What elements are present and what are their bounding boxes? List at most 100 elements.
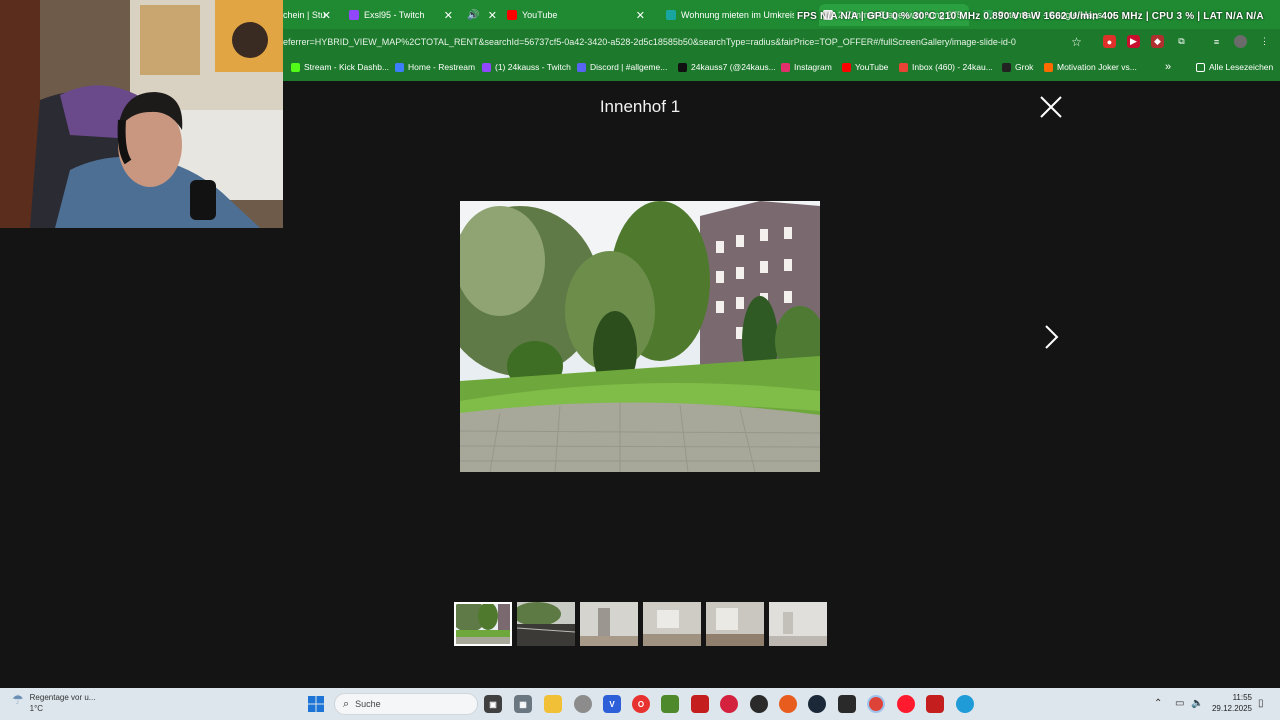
widgets-icon[interactable]: ▦	[514, 695, 532, 713]
tab-label: chein | Stu	[283, 10, 326, 20]
close-tab-icon[interactable]: ✕	[488, 9, 497, 22]
close-icon[interactable]	[1040, 96, 1062, 118]
v-app-icon[interactable]: V	[603, 695, 621, 713]
task-view-icon[interactable]: ▣	[484, 695, 502, 713]
extension-badge-icon[interactable]: ◆	[1151, 35, 1164, 48]
chevron-right-icon[interactable]	[1045, 325, 1059, 349]
tab-2[interactable]: YouTube ✕	[507, 4, 649, 26]
video-editor-icon[interactable]	[691, 695, 709, 713]
close-tab-icon[interactable]: ✕	[636, 9, 645, 22]
steam-icon[interactable]	[808, 695, 826, 713]
bookmark-twitch[interactable]: (1) 24kauss - Twitch	[482, 60, 571, 74]
taskbar-search[interactable]: ⌕ Suche	[334, 693, 478, 715]
twitch-icon	[482, 62, 491, 72]
tab-1[interactable]: Exsl95 - Twitch ✕	[349, 4, 461, 26]
url-text[interactable]: eferrer=HYBRID_VIEW_MAP%2CTOTAL_RENT&sea…	[283, 37, 1016, 47]
tab-label: YouTube	[522, 10, 558, 20]
close-gallery-button[interactable]	[1038, 94, 1064, 120]
media-control-icon[interactable]: ≡	[1210, 35, 1223, 48]
thumbnail-5[interactable]	[706, 602, 764, 646]
obs-icon[interactable]	[750, 695, 768, 713]
gmail-icon	[899, 62, 908, 72]
bookmark-instagram[interactable]: Instagram	[781, 60, 832, 74]
bookmark-discord[interactable]: Discord | #allgeme...	[577, 60, 667, 74]
browser-window: chein | Stu ✕ Exsl95 - Twitch ✕ 🔊 ✕ YouT…	[283, 0, 1280, 81]
bookmark-tiktok[interactable]: 24kauss7 (@24kaus...	[678, 60, 776, 74]
browser-menu-icon[interactable]: ⋮	[1258, 35, 1271, 48]
thumbnail-1[interactable]	[454, 602, 512, 646]
thumbnail-6[interactable]	[769, 602, 827, 646]
weather-temperature: 1°C	[29, 704, 44, 713]
immoscout-icon	[666, 10, 676, 20]
file-explorer-icon[interactable]	[544, 695, 562, 713]
tab-label: Wohnung mieten im Umkreis	[681, 10, 794, 20]
bookmark-label: Instagram	[794, 62, 832, 72]
tab-close-2[interactable]: ✕	[483, 4, 499, 26]
thumbnail-image	[454, 602, 512, 646]
restream-icon	[395, 62, 404, 72]
tab-0[interactable]: chein | Stu ✕	[283, 4, 333, 26]
next-image-button[interactable]	[1040, 323, 1062, 351]
youtube-icon	[507, 10, 517, 20]
gallery-main-image	[460, 201, 820, 472]
tab-3[interactable]: Wohnung mieten im Umkreis	[666, 4, 794, 26]
tab-strip: chein | Stu ✕ Exsl95 - Twitch ✕ 🔊 ✕ YouT…	[283, 0, 1280, 29]
epic-games-icon[interactable]	[838, 695, 856, 713]
clock-date: 29.12.2025	[1211, 704, 1252, 713]
thumbnail-image	[643, 602, 701, 646]
adblock-icon[interactable]: ●	[1103, 35, 1116, 48]
bookmark-label: Discord | #allgeme...	[590, 62, 668, 72]
bookmark-label: Inbox (460) - 24kau...	[912, 62, 993, 72]
bookmark-gmail[interactable]: Inbox (460) - 24kau...	[899, 60, 993, 74]
thumbnail-3[interactable]	[580, 602, 638, 646]
tray-overflow-icon[interactable]: ⌃	[1154, 698, 1162, 709]
opera-gx-icon[interactable]: O	[632, 695, 650, 713]
bookmark-label: Home - Restream	[408, 62, 476, 72]
tiktok-icon	[678, 62, 687, 72]
bookmark-label: (1) 24kauss - Twitch	[495, 62, 571, 72]
windows-taskbar: ☂ Regentage vor u... 1°C ⌕ Suche ▣ ▦ V O…	[0, 688, 1280, 720]
profile-avatar[interactable]	[1234, 35, 1247, 48]
bookmarks-overflow-button[interactable]: »	[1165, 60, 1171, 74]
bookmark-label: Motivation Joker vs...	[1057, 62, 1137, 72]
extension-red-icon[interactable]: ▶	[1127, 35, 1140, 48]
all-bookmarks-button[interactable]: Alle Lesezeichen	[1196, 60, 1273, 74]
close-tab-icon[interactable]: ✕	[322, 9, 331, 22]
close-tab-icon[interactable]: ✕	[444, 9, 453, 22]
network-icon[interactable]: ▭	[1175, 698, 1184, 709]
rain-cloud-icon: ☂	[12, 692, 24, 707]
thumbnail-image	[706, 602, 764, 646]
bookmark-restream[interactable]: Home - Restream	[395, 60, 475, 74]
bookmark-label: Stream - Kick Dashb...	[304, 62, 390, 72]
speaker-icon[interactable]: 🔊	[467, 10, 479, 21]
bookmark-label: YouTube	[855, 62, 889, 72]
windows-start-button[interactable]	[308, 696, 324, 712]
bookmark-grok[interactable]: Grok	[1002, 60, 1033, 74]
all-bookmarks-label: Alle Lesezeichen	[1209, 62, 1274, 72]
courtyard-photo	[460, 201, 820, 472]
weather-widget[interactable]: ☂ Regentage vor u... 1°C	[12, 692, 95, 714]
volume-icon[interactable]: 🔈	[1191, 698, 1203, 709]
taskbar-clock[interactable]: 11:55 29.12.2025	[1208, 692, 1252, 714]
bookmark-youtube[interactable]: YouTube	[842, 60, 888, 74]
opera-icon[interactable]	[897, 695, 915, 713]
firefox-icon[interactable]	[779, 695, 797, 713]
red-app-icon[interactable]	[720, 695, 738, 713]
star-bookmark-icon[interactable]: ☆	[1070, 35, 1083, 49]
thumbnail-4[interactable]	[643, 602, 701, 646]
instagram-icon	[781, 62, 790, 72]
bookmark-kick[interactable]: Stream - Kick Dashb...	[291, 60, 389, 74]
bookmark-label: Grok	[1015, 62, 1034, 72]
chrome-icon[interactable]	[867, 695, 885, 713]
edge-icon[interactable]	[956, 695, 974, 713]
extensions-puzzle-icon[interactable]: ⧉	[1175, 35, 1188, 48]
notification-icon[interactable]: ▯	[1258, 698, 1264, 709]
tab-label: Exsl95 - Twitch	[364, 10, 425, 20]
streamlabs-icon[interactable]	[926, 695, 944, 713]
thumbnail-2[interactable]	[517, 602, 575, 646]
mouse-app-icon[interactable]	[574, 695, 592, 713]
bookmark-motivation[interactable]: Motivation Joker vs...	[1044, 60, 1137, 74]
minecraft-icon[interactable]	[661, 695, 679, 713]
kick-icon	[291, 62, 300, 72]
performance-overlay: FPS N/A N/A | GPU 0 % 30°C 210 MHz 0.890…	[797, 11, 1264, 22]
